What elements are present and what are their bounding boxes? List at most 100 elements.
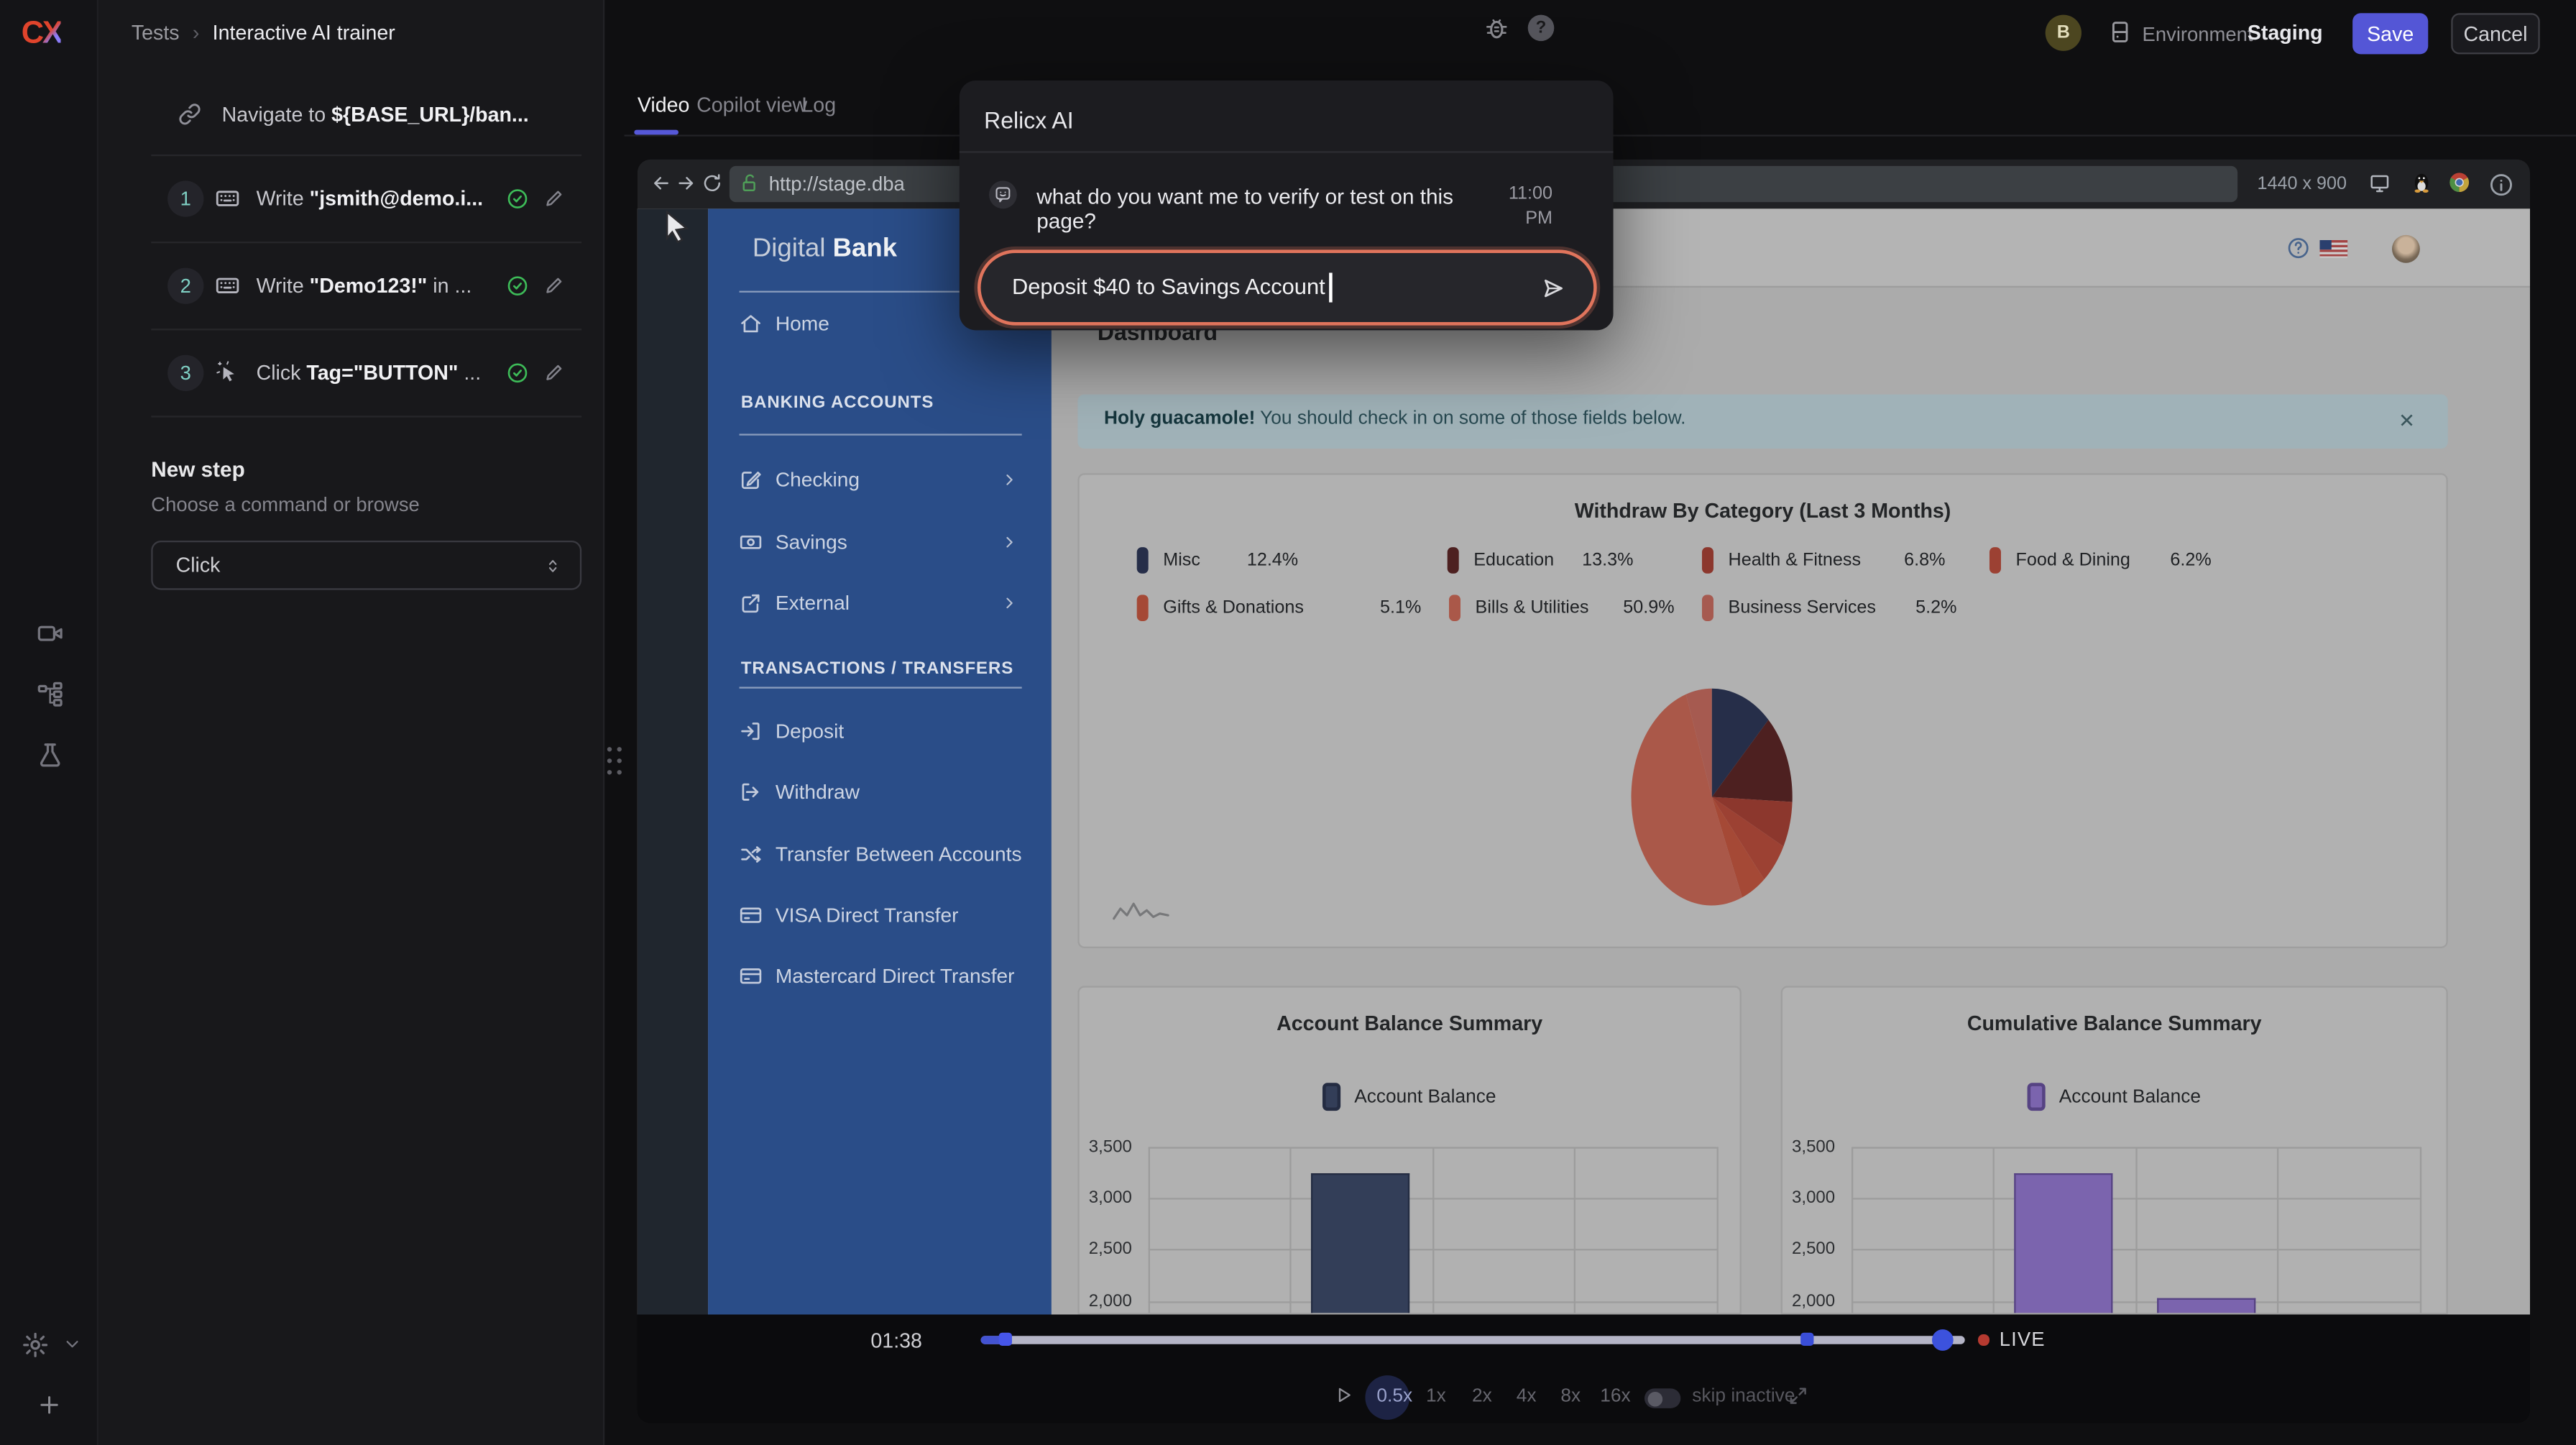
speed-16x[interactable]: 16x	[1600, 1387, 1630, 1406]
lock-open-icon	[740, 173, 761, 194]
bug-icon[interactable]	[1484, 15, 1510, 42]
skip-inactive-toggle[interactable]	[1644, 1388, 1680, 1408]
legend-label: Business Services	[1729, 598, 1876, 618]
play-icon[interactable]	[1334, 1385, 1353, 1405]
playback-knob[interactable]	[1932, 1329, 1954, 1350]
add-button[interactable]	[36, 1392, 63, 1418]
legend-swatch	[1137, 595, 1149, 621]
bank-nav-withdraw[interactable]: Withdraw	[708, 767, 1052, 817]
bank-nav-label: Deposit	[776, 720, 844, 743]
send-icon[interactable]	[1541, 276, 1565, 301]
bank-logo[interactable]: Digital Bank	[753, 235, 897, 265]
tab-log[interactable]: Log	[801, 93, 836, 116]
chevron-down-icon[interactable]	[63, 1334, 82, 1354]
info-icon[interactable]	[2489, 173, 2513, 197]
legend-label: Gifts & Donations	[1163, 598, 1304, 618]
browser-reload-icon[interactable]	[702, 173, 723, 194]
tab-copilot-view[interactable]: Copilot view	[696, 93, 807, 116]
legend-value: 6.2%	[2170, 551, 2211, 570]
browser-forward-icon[interactable]	[675, 173, 696, 194]
us-flag-icon[interactable]	[2319, 240, 2347, 258]
pie-chart	[1622, 685, 1802, 915]
gridline	[2420, 1147, 2421, 1314]
speed-8x[interactable]: 8x	[1560, 1387, 1581, 1406]
chevron-right-icon	[1000, 594, 1018, 612]
bank-nav-label: VISA Direct Transfer	[776, 904, 959, 927]
step-navigate[interactable]: Navigate to ${BASE_URL}/ban...	[98, 75, 604, 155]
legend-item: Health & Fitness	[1702, 547, 1861, 574]
legend-label: Misc	[1163, 551, 1200, 570]
save-button[interactable]: Save	[2352, 13, 2428, 54]
playback-marker[interactable]	[1800, 1333, 1813, 1346]
step-row[interactable]: 1Write "jsmith@demo.i...	[98, 155, 604, 242]
alert-banner: Holy guacamole! You should check in on s…	[1077, 395, 2447, 449]
legend-label: Account Balance	[1354, 1087, 1496, 1106]
step-label: Write "jsmith@demo.i...	[257, 186, 484, 209]
bank-nav-visa-direct-transfer[interactable]: VISA Direct Transfer	[708, 891, 1052, 940]
gridline	[1717, 1147, 1719, 1314]
avatar[interactable]: B	[2046, 15, 2082, 51]
panel-resize-grip[interactable]	[604, 743, 624, 779]
rail-flask-icon[interactable]	[36, 741, 64, 769]
speed-0.5x[interactable]: 0.5x	[1376, 1387, 1412, 1406]
prompt-input[interactable]: Deposit $40 to Savings Account	[978, 249, 1597, 325]
sign-out-icon	[740, 781, 763, 804]
step-edit-icon[interactable]	[544, 361, 566, 382]
monitor-icon[interactable]	[2369, 173, 2391, 194]
external-icon	[740, 592, 763, 615]
browser-back-icon[interactable]	[650, 173, 672, 194]
fullscreen-icon[interactable]	[1788, 1385, 1809, 1407]
bank-nav-external[interactable]: External	[708, 579, 1052, 628]
speed-2x[interactable]: 2x	[1472, 1387, 1492, 1406]
app-logo[interactable]: CX	[22, 17, 62, 52]
step-success-icon	[506, 361, 529, 384]
legend-swatch	[1990, 547, 2001, 574]
bank-nav-deposit[interactable]: Deposit	[708, 707, 1052, 756]
tab-video[interactable]: Video	[638, 93, 690, 116]
legend-item: Education	[1448, 547, 1554, 574]
breadcrumb-tests[interactable]: Tests	[132, 22, 180, 45]
bank-nav-savings[interactable]: Savings	[708, 518, 1052, 567]
bar[interactable]	[2157, 1298, 2255, 1314]
rail-video-camera-icon[interactable]	[36, 620, 64, 648]
bank-nav-label: External	[776, 592, 850, 615]
axis-tick-label: 3,500	[1781, 1137, 1835, 1157]
speed-1x[interactable]: 1x	[1426, 1387, 1446, 1406]
rail-test-tree-icon[interactable]	[36, 680, 64, 708]
alert-close-icon[interactable]: ✕	[2398, 409, 2415, 432]
playback-track[interactable]	[981, 1335, 1965, 1344]
step-row[interactable]: 2Write "Demo123!" in ...	[98, 242, 604, 329]
speed-4x[interactable]: 4x	[1517, 1387, 1537, 1406]
select-updown-icon	[544, 557, 562, 575]
bank-nav-transfer-between-accounts[interactable]: Transfer Between Accounts	[708, 830, 1052, 879]
legend-swatch	[1702, 547, 1714, 574]
gridline	[1993, 1147, 1995, 1314]
pencil-square-icon	[740, 468, 763, 491]
environment-value[interactable]: Staging	[2248, 22, 2323, 45]
gear-icon[interactable]	[19, 1329, 49, 1359]
step-navigate-label: Navigate to ${BASE_URL}/ban...	[222, 104, 529, 127]
bank-nav-checking[interactable]: Checking	[708, 455, 1052, 505]
link-icon	[178, 102, 202, 127]
bank-nav-mastercard-direct-transfer[interactable]: Mastercard Direct Transfer	[708, 951, 1052, 1001]
step-keyboard-icon	[215, 185, 239, 209]
live-dot	[1978, 1334, 1989, 1345]
new-step-title: New step	[151, 457, 244, 481]
step-edit-icon[interactable]	[544, 186, 566, 208]
bank-nav-label: Mastercard Direct Transfer	[776, 965, 1015, 988]
bar[interactable]	[2015, 1173, 2113, 1314]
step-row[interactable]: 3Click Tag="BUTTON" ...	[98, 329, 604, 416]
bank-help-icon[interactable]	[2287, 237, 2310, 260]
help-icon[interactable]: ?	[1528, 15, 1555, 42]
step-edit-icon[interactable]	[544, 274, 566, 295]
command-select[interactable]: Click	[151, 541, 581, 590]
gridline	[1851, 1147, 1852, 1314]
bank-user-avatar[interactable]	[2392, 235, 2420, 263]
cancel-button[interactable]: Cancel	[2451, 13, 2539, 54]
legend-value: 5.1%	[1380, 598, 1421, 618]
axis-tick-label: 2,500	[1077, 1239, 1131, 1259]
playback-marker[interactable]	[999, 1333, 1012, 1346]
bank-section-title: TRANSACTIONS / TRANSFERS	[741, 659, 1013, 679]
bar[interactable]	[1312, 1173, 1410, 1314]
bank-nav-label: Transfer Between Accounts	[776, 843, 1022, 866]
